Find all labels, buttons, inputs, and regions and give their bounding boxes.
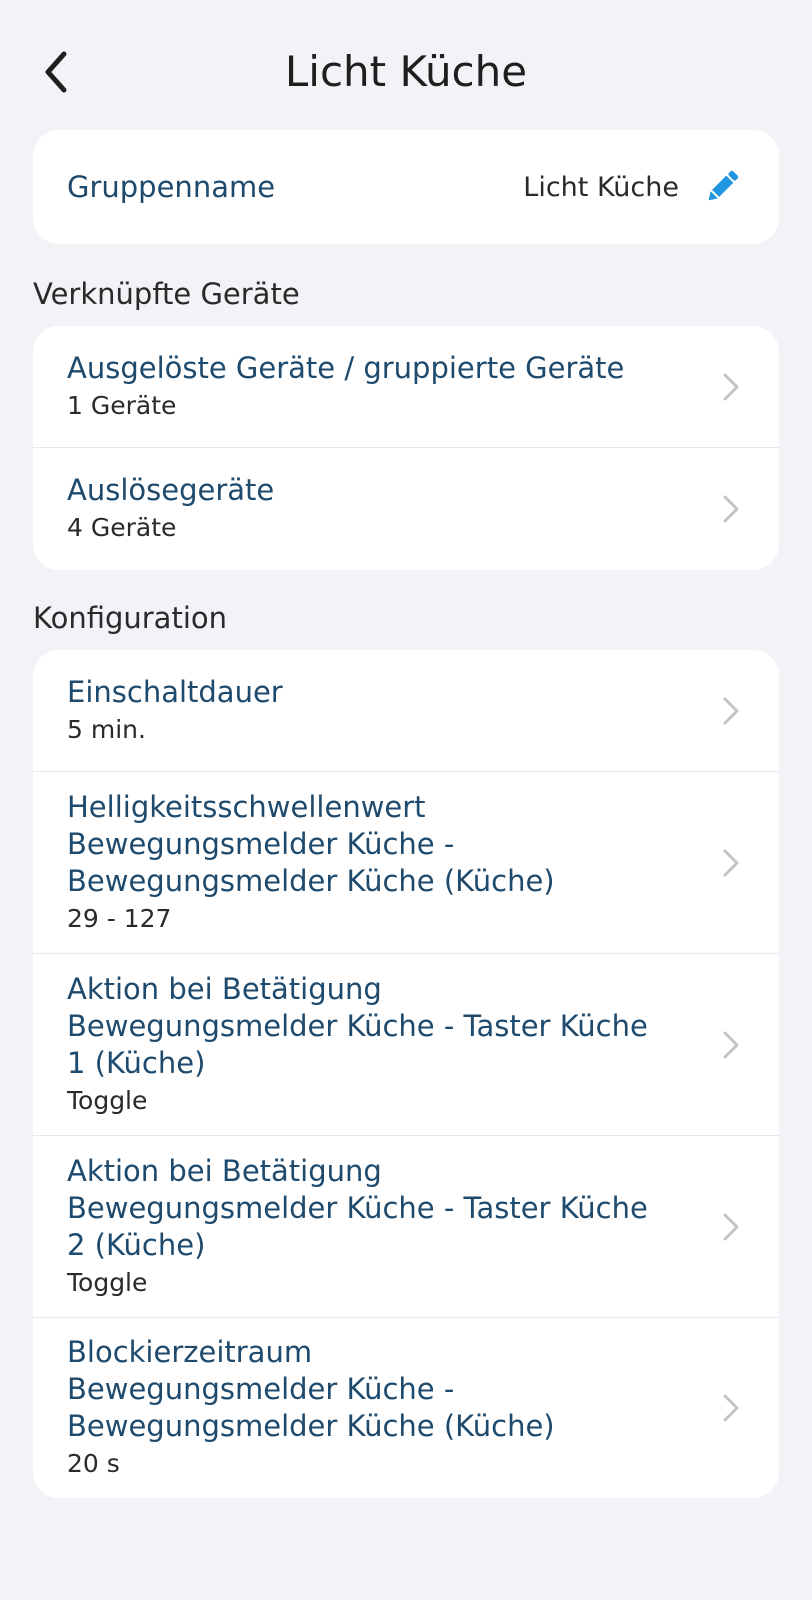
list-item-action-button-2[interactable]: Aktion bei Betätigung Bewegungsmelder Kü… [33, 1136, 779, 1318]
list-item-title: Aktion bei Betätigung Bewegungsmelder Kü… [67, 1153, 648, 1262]
list-item-title: Blockierzeitraum Bewegungsmelder Küche -… [67, 1335, 555, 1443]
list-item-title: Aktion bei Betätigung Bewegungsmelder Kü… [67, 971, 648, 1080]
list-item-subtitle: 29 - 127 [67, 903, 172, 933]
list-item-action-button-1[interactable]: Aktion bei Betätigung Bewegungsmelder Kü… [33, 954, 779, 1136]
list-item-title: Auslösegeräte [67, 473, 275, 507]
header: Licht Küche [0, 0, 812, 130]
list-item-subtitle: Toggle [67, 1085, 148, 1115]
pencil-icon [708, 170, 739, 201]
chevron-right-icon [723, 1394, 739, 1422]
chevron-right-icon [723, 373, 739, 400]
edit-group-name-button[interactable] [699, 164, 745, 210]
chevron-right-icon [723, 1213, 739, 1240]
list-item-subtitle: 4 Geräte [67, 513, 177, 542]
list-item-subtitle: 1 Geräte [67, 390, 177, 420]
group-name-value: Licht Küche [523, 171, 679, 203]
configuration-section-title: Konfiguration [33, 601, 227, 635]
list-item-title: Einschaltdauer [67, 674, 283, 709]
list-item-title: Ausgelöste Geräte / gruppierte Geräte [67, 350, 625, 385]
list-item-trigger-devices[interactable]: Auslösegeräte 4 Geräte [33, 448, 779, 570]
linked-devices-section-title: Verknüpfte Geräte [33, 277, 300, 311]
configuration-card: Einschaltdauer 5 min. Helligkeitsschwell… [33, 650, 779, 1498]
chevron-right-icon [723, 495, 739, 523]
page-title: Licht Küche [284, 47, 528, 96]
list-item-subtitle: Toggle [67, 1267, 148, 1297]
list-item-subtitle: 5 min. [67, 714, 146, 744]
linked-devices-card: Ausgelöste Geräte / gruppierte Geräte 1 … [33, 326, 779, 570]
group-name-card: Gruppenname Licht Küche [33, 130, 779, 244]
chevron-right-icon [723, 849, 739, 876]
list-item-on-duration[interactable]: Einschaltdauer 5 min. [33, 650, 779, 772]
list-item-subtitle: 20 s [67, 1449, 120, 1478]
chevron-right-icon [723, 1031, 739, 1058]
list-item-triggered-devices[interactable]: Ausgelöste Geräte / gruppierte Geräte 1 … [33, 326, 779, 448]
chevron-right-icon [723, 697, 739, 724]
list-item-title: Helligkeitsschwellenwert Bewegungsmelder… [67, 789, 555, 898]
list-item-brightness-threshold[interactable]: Helligkeitsschwellenwert Bewegungsmelder… [33, 772, 779, 954]
list-item-blocking-period[interactable]: Blockierzeitraum Bewegungsmelder Küche -… [33, 1318, 779, 1498]
group-name-label: Gruppenname [67, 170, 276, 204]
